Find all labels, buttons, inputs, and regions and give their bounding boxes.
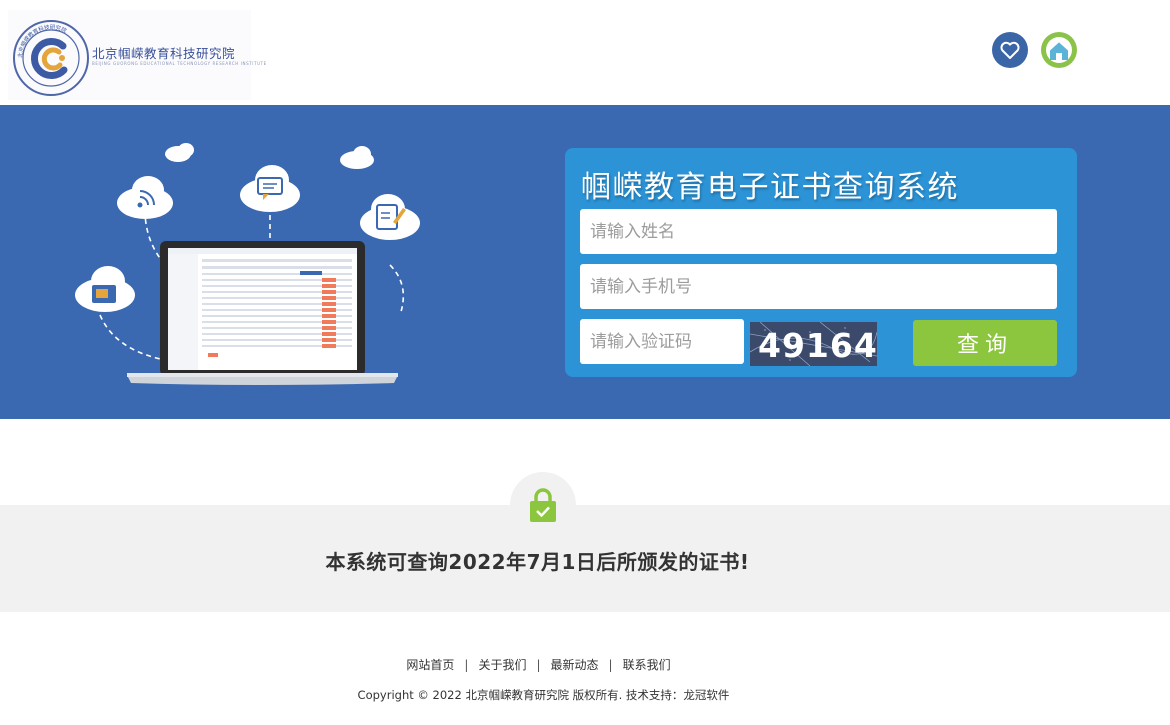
- footer-separator: |: [536, 658, 541, 672]
- logo-title: 北京帼嵘教育科技研究院: [92, 46, 236, 61]
- footer-separator: |: [464, 658, 469, 672]
- footer-nav: 网站首页 | 关于我们 | 最新动态 | 联系我们: [0, 656, 1077, 673]
- site-header: 北京帼嵘教育科技研究院 北京帼嵘教育科技研究院 BEIJING GUORONG …: [0, 0, 1170, 105]
- name-input[interactable]: [580, 209, 1057, 254]
- favorite-button[interactable]: [992, 32, 1028, 68]
- query-button[interactable]: 查询: [913, 320, 1057, 366]
- home-button[interactable]: [1041, 32, 1077, 68]
- captcha-text: 49164: [758, 326, 877, 365]
- laptop-cloud-illustration: [75, 143, 420, 385]
- notice-text: 本系统可查询2022年7月1日后所颁发的证书!: [325, 550, 750, 574]
- logo-emblem-icon: 北京帼嵘教育科技研究院: [13, 20, 89, 96]
- footer-link-about[interactable]: 关于我们: [478, 658, 526, 672]
- laptop-icon: [127, 241, 398, 385]
- footer-link-home[interactable]: 网站首页: [406, 658, 454, 672]
- hero-banner: 帼嵘教育电子证书查询系统 49164 查询: [0, 105, 1170, 419]
- footer-link-news[interactable]: 最新动态: [551, 658, 599, 672]
- phone-input[interactable]: [580, 264, 1057, 309]
- copyright-text: Copyright © 2022 北京帼嵘教育研究院 版权所有. 技术支持：龙冠…: [357, 688, 730, 702]
- lock-check-icon: [530, 488, 556, 522]
- logo-subtitle: BEIJING GUORONG EDUCATIONAL TECHNOLOGY R…: [92, 61, 267, 66]
- home-icon: [1046, 37, 1072, 63]
- heart-icon: [1000, 41, 1020, 59]
- captcha-image[interactable]: 49164: [750, 322, 877, 366]
- footer-separator: |: [608, 658, 613, 672]
- lock-badge: [510, 472, 576, 538]
- footer-link-contact[interactable]: 联系我们: [623, 658, 671, 672]
- media-icon: [92, 285, 116, 303]
- captcha-input[interactable]: [580, 319, 744, 364]
- certificate-query-panel: 帼嵘教育电子证书查询系统 49164 查询: [565, 148, 1077, 377]
- site-logo[interactable]: 北京帼嵘教育科技研究院 北京帼嵘教育科技研究院 BEIJING GUORONG …: [8, 10, 266, 100]
- query-title: 帼嵘教育电子证书查询系统: [581, 170, 959, 205]
